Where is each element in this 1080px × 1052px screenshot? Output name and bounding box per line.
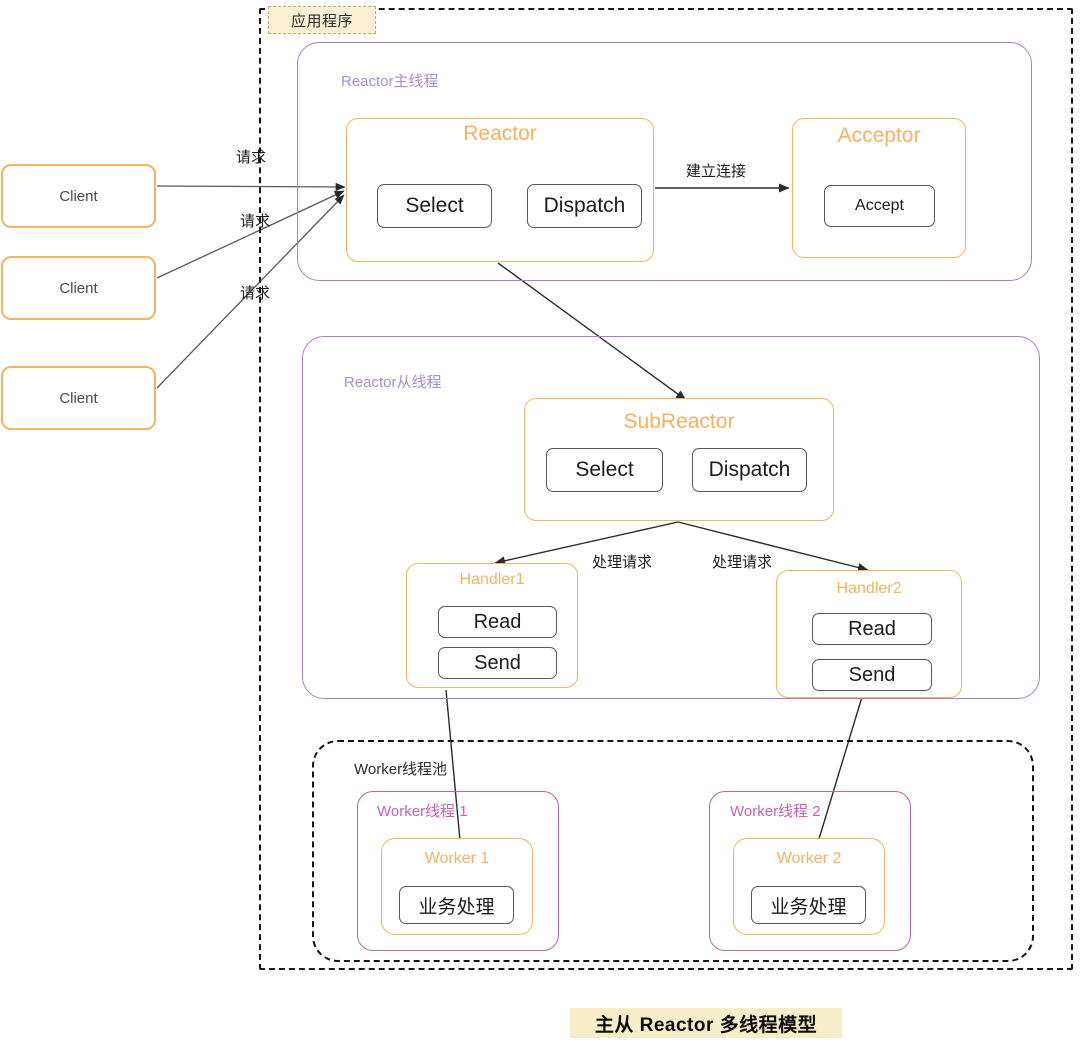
edge-label-request-1: 请求 [236, 149, 267, 166]
edge-label-request-3: 请求 [240, 285, 271, 302]
handler1-send-chip[interactable]: Send [438, 647, 557, 679]
subreactor-dispatch-chip[interactable]: Dispatch [692, 448, 807, 492]
worker-thread-2-label: Worker线程 2 [730, 803, 821, 820]
handler2-read-chip[interactable]: Read [812, 613, 932, 645]
acceptor-title: Acceptor [837, 124, 921, 147]
edge-label-request-2: 请求 [240, 213, 271, 230]
client-label: Client [59, 389, 98, 407]
worker-pool-label: Worker线程池 [354, 761, 448, 778]
edge-label-handle-request-1: 处理请求 [592, 554, 653, 571]
client-label: Client [59, 187, 98, 205]
client-box-2[interactable]: Client [1, 256, 156, 320]
acceptor-accept-chip[interactable]: Accept [824, 185, 935, 227]
worker-1-title: Worker 1 [424, 850, 490, 867]
diagram-canvas: 应用程序 Client Client Client 请求 请求 请求 React… [0, 0, 1080, 1052]
reactor-dispatch-chip[interactable]: Dispatch [527, 184, 642, 228]
client-label: Client [59, 279, 98, 297]
reactor-sub-thread-label: Reactor从线程 [344, 374, 442, 391]
edge-label-establish-connection: 建立连接 [686, 163, 747, 180]
subreactor-select-chip[interactable]: Select [546, 448, 663, 492]
reactor-main-thread-label: Reactor主线程 [341, 73, 439, 90]
subreactor-title: SubReactor [623, 410, 735, 433]
diagram-caption: 主从 Reactor 多线程模型 [570, 1008, 842, 1038]
application-container-label: 应用程序 [268, 6, 376, 34]
worker-1-business-chip[interactable]: 业务处理 [399, 886, 514, 924]
worker-2-title: Worker 2 [776, 850, 842, 867]
reactor-select-chip[interactable]: Select [377, 184, 492, 228]
handler1-title: Handler1 [459, 571, 525, 588]
handler2-title: Handler2 [836, 580, 902, 597]
reactor-title: Reactor [463, 122, 537, 145]
client-box-3[interactable]: Client [1, 366, 156, 430]
client-box-1[interactable]: Client [1, 164, 156, 228]
edge-label-handle-request-2: 处理请求 [712, 554, 773, 571]
worker-2-business-chip[interactable]: 业务处理 [751, 886, 866, 924]
worker-thread-1-label: Worker线程 1 [377, 803, 468, 820]
handler2-send-chip[interactable]: Send [812, 659, 932, 691]
handler1-read-chip[interactable]: Read [438, 606, 557, 638]
